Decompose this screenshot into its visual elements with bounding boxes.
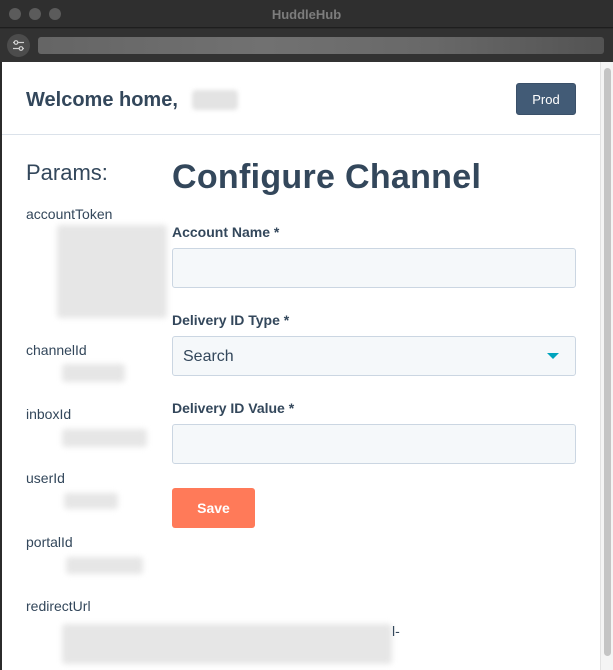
delivery-id-value-label: Delivery ID Value * [172, 400, 295, 416]
delivery-id-type-label: Delivery ID Type * [172, 312, 290, 328]
param-label-channel-id: channelId [26, 342, 87, 358]
param-value-channel-id [62, 364, 125, 382]
param-value-user-id [64, 493, 118, 509]
param-value-portal-id [66, 557, 143, 574]
caret-down-icon [547, 353, 559, 359]
params-heading: Params: [26, 160, 108, 185]
sliders-settings-button[interactable] [7, 34, 30, 57]
welcome-heading: Welcome home, [26, 89, 178, 111]
form-title: Configure Channel [172, 158, 482, 196]
address-bar [0, 29, 613, 62]
window-titlebar: HuddleHub [0, 0, 613, 28]
param-value-redirect-url-suffix: l- [392, 623, 400, 639]
sliders-icon [13, 40, 24, 51]
delivery-id-value-input[interactable] [172, 424, 576, 464]
vertical-scrollbar[interactable] [600, 62, 613, 670]
param-label-inbox-id: inboxId [26, 406, 72, 422]
redacted-user-name [192, 90, 238, 110]
delivery-id-type-selected-value: Search [183, 348, 234, 365]
param-value-account-token [57, 225, 167, 318]
window-title: HuddleHub [271, 7, 342, 22]
param-value-inbox-id [62, 429, 147, 447]
param-label-account-token: accountToken [26, 206, 113, 222]
param-label-portal-id: portalId [26, 534, 73, 550]
url-field[interactable] [38, 37, 604, 54]
param-value-redirect-url [62, 624, 392, 664]
scrollbar-thumb[interactable] [604, 68, 611, 656]
param-label-redirect-url: redirectUrl [26, 598, 91, 614]
account-name-input[interactable] [172, 248, 576, 288]
prod-environment-button[interactable]: Prod [516, 83, 576, 115]
page-header: Welcome home, Prod [2, 62, 600, 135]
account-name-label: Account Name * [172, 224, 280, 240]
param-label-user-id: userId [26, 470, 65, 486]
delivery-id-type-select[interactable]: Search [172, 336, 576, 376]
save-button[interactable]: Save [172, 488, 255, 528]
page-content: Welcome home, Prod Params: accountToken … [2, 62, 600, 670]
